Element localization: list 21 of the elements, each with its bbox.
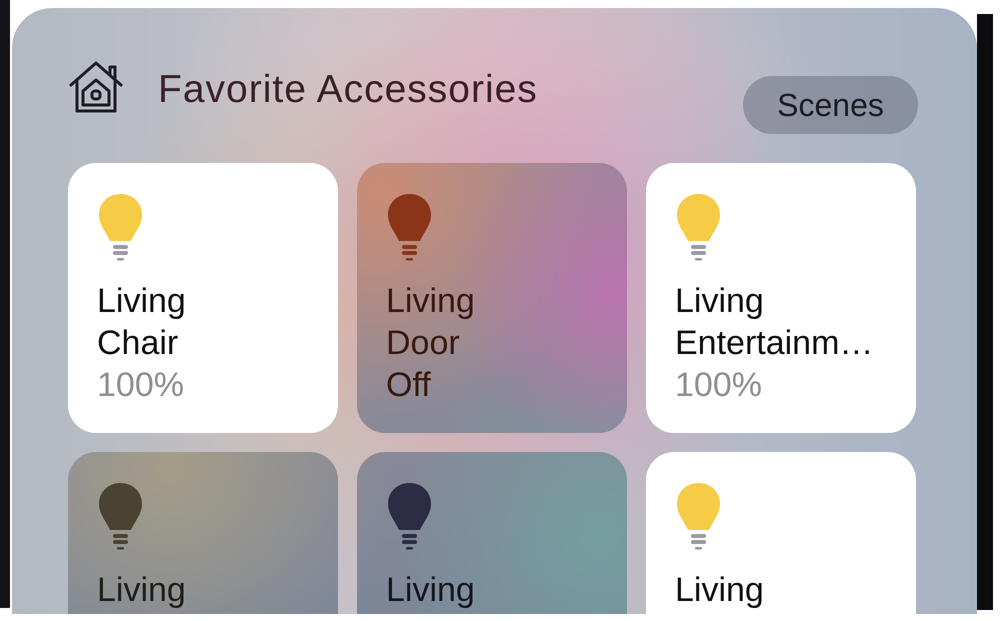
section-title: Favorite Accessories <box>158 67 538 113</box>
room-name: Living <box>675 281 764 322</box>
room-name: Living <box>97 570 186 611</box>
accessory-tile[interactable]: Living <box>646 452 916 614</box>
status-text: 100% <box>97 365 184 406</box>
accessory-tile[interactable]: Living <box>357 452 627 614</box>
room-name: Living <box>386 570 475 611</box>
room-name: Living <box>97 281 186 322</box>
status-text: Off <box>386 365 431 406</box>
scenes-button[interactable]: Scenes <box>743 76 918 134</box>
status-text: 100% <box>675 365 762 406</box>
room-name: Living <box>675 570 764 611</box>
accessory-tile[interactable]: Living <box>68 452 338 614</box>
accessory-tile[interactable]: Living Chair 100% <box>68 163 338 433</box>
accessory-tile[interactable]: Living Entertainm… 100% <box>646 163 916 433</box>
accessory-name: Chair <box>97 323 178 364</box>
accessory-tile[interactable]: Living Door Off <box>357 163 627 433</box>
accessory-name: Entertainm… <box>675 323 874 364</box>
home-icon <box>68 60 124 114</box>
room-name: Living <box>386 281 475 322</box>
accessory-name: Door <box>386 323 460 364</box>
